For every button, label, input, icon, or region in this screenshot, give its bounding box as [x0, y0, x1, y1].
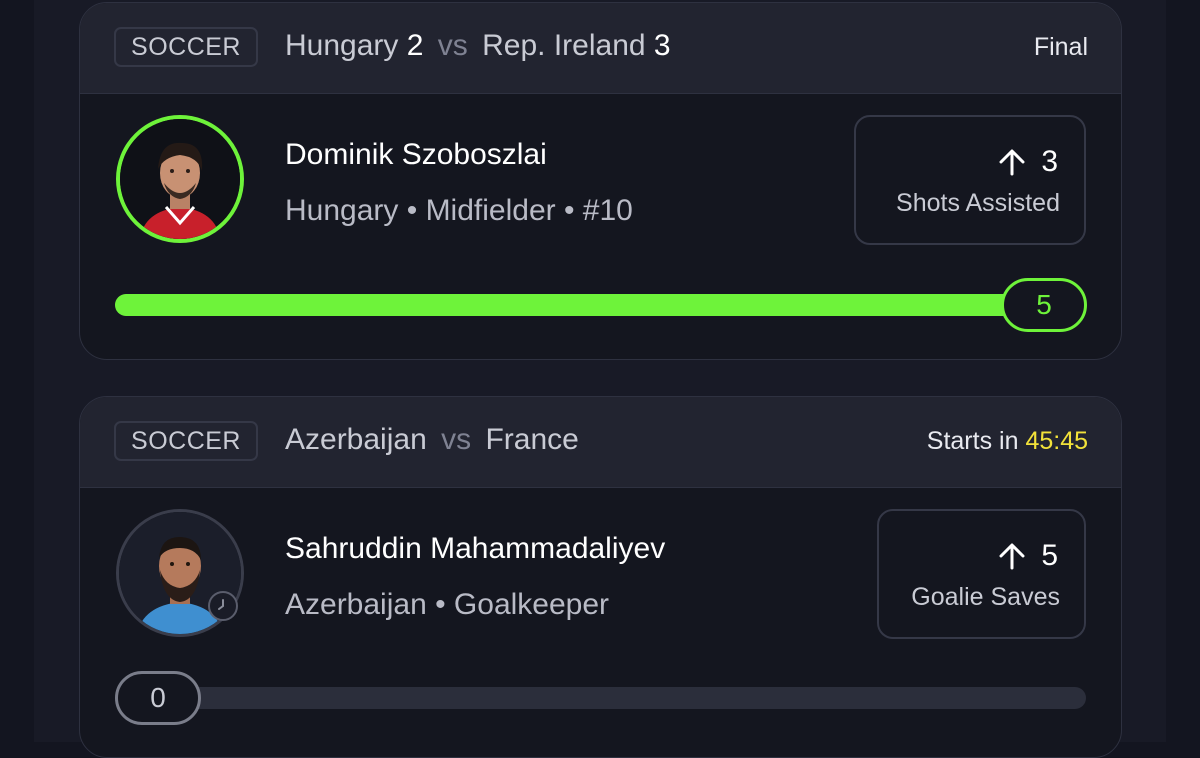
matchup: Hungary 2 vs Rep. Ireland 3 — [285, 29, 671, 63]
card-header: SOCCER Hungary 2 vs Rep. Ireland 3 Final — [80, 3, 1121, 94]
player-name: Dominik Szoboszlai — [285, 138, 547, 171]
progress-track — [115, 687, 1086, 709]
home-team: Azerbaijan — [285, 423, 427, 456]
home-score: 2 — [406, 29, 424, 62]
match-status: Starts in 45:45 — [927, 427, 1088, 456]
progress-fill — [115, 294, 1086, 316]
stat-projection-box[interactable]: 3 Shots Assisted — [854, 115, 1086, 245]
away-score: 3 — [653, 29, 671, 62]
player-avatar[interactable] — [116, 115, 244, 243]
player-prop-card[interactable]: SOCCER Hungary 2 vs Rep. Ireland 3 Final — [79, 2, 1122, 360]
stat-value: 5 — [1041, 539, 1058, 572]
sport-badge: SOCCER — [114, 27, 258, 67]
player-name: Sahruddin Mahammadaliyev — [285, 532, 666, 565]
stat-line: 5 — [997, 539, 1058, 573]
card-body: Dominik Szoboszlai Hungary • Midfielder … — [80, 94, 1121, 358]
sport-badge: SOCCER — [114, 421, 258, 461]
progress-value-pill: 0 — [115, 671, 201, 725]
card-header: SOCCER Azerbaijan vs France Starts in 45… — [80, 397, 1121, 488]
home-team: Hungary — [285, 29, 399, 62]
away-team: France — [485, 423, 579, 456]
player-photo — [120, 119, 240, 239]
away-team: Rep. Ireland — [482, 29, 646, 62]
arrow-up-icon — [999, 149, 1025, 176]
player-prop-card[interactable]: SOCCER Azerbaijan vs France Starts in 45… — [79, 396, 1122, 758]
stat-label: Goalie Saves — [911, 583, 1060, 611]
matchup: Azerbaijan vs France — [285, 423, 579, 457]
starts-in-label: Starts in — [926, 427, 1019, 455]
stat-projection-box[interactable]: 5 Goalie Saves — [877, 509, 1086, 639]
stat-label: Shots Assisted — [896, 189, 1060, 217]
player-meta: Hungary • Midfielder • #10 — [285, 194, 633, 227]
stat-line: 3 — [997, 145, 1058, 179]
clock-icon — [208, 591, 238, 621]
vs-label: vs — [437, 29, 468, 62]
stat-value: 3 — [1041, 145, 1058, 178]
player-meta: Azerbaijan • Goalkeeper — [285, 588, 610, 621]
progress-track — [115, 294, 1086, 316]
vs-label: vs — [441, 423, 472, 456]
arrow-up-icon — [999, 543, 1025, 570]
match-status: Final — [1033, 33, 1088, 61]
card-body: Sahruddin Mahammadaliyev Azerbaijan • Go… — [80, 488, 1121, 757]
countdown-timer: 45:45 — [1025, 427, 1088, 455]
progress-value-pill: 5 — [1001, 278, 1087, 332]
